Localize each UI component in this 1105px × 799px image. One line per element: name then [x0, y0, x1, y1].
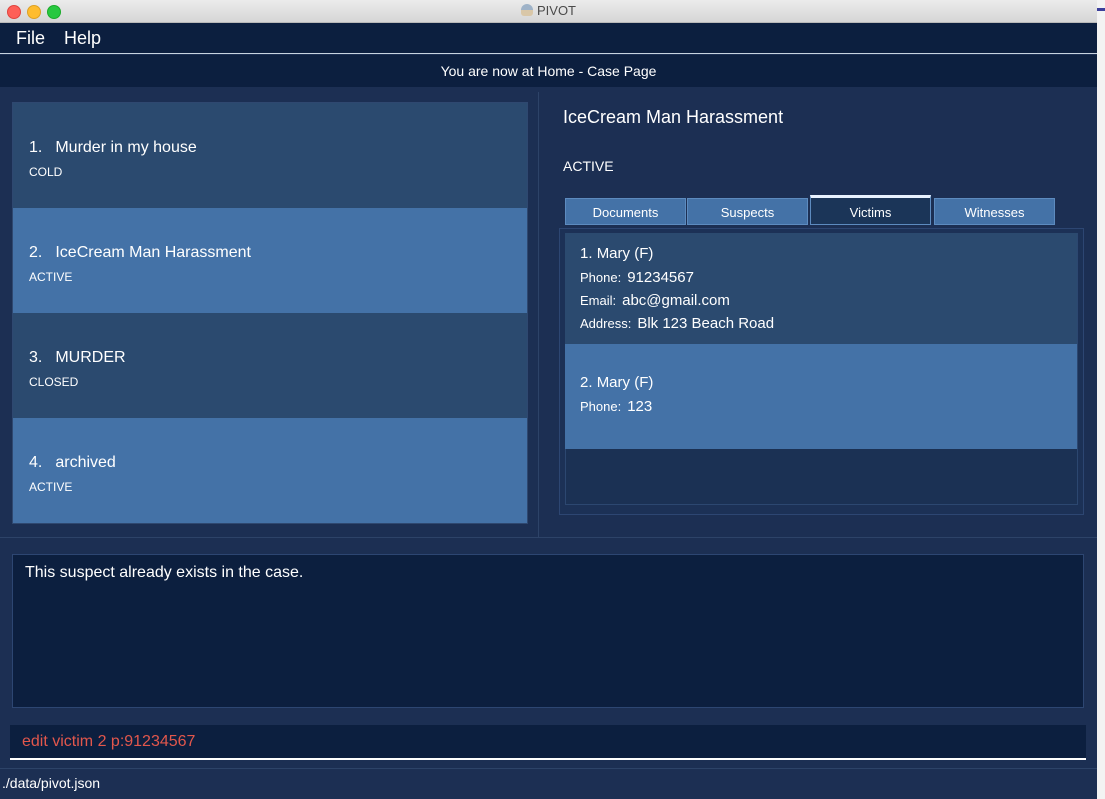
email-label: Email: — [580, 293, 617, 308]
victim-name-text: Mary — [596, 245, 631, 262]
case-index: 4. — [29, 454, 43, 471]
phone-label: Phone: — [580, 270, 622, 285]
case-list-item[interactable]: 3. MURDER CLOSED — [13, 313, 527, 418]
case-list[interactable]: 1. Murder in my house COLD 2. IceCream Man… — [12, 102, 528, 524]
victim-gender: (F) — [634, 245, 654, 262]
case-index: 1. — [29, 139, 43, 156]
victim-name: 1. Mary (F) — [580, 245, 653, 262]
case-detail-title: IceCream Man Harassment — [563, 107, 784, 127]
tab-documents[interactable]: Documents — [565, 198, 686, 225]
case-detail-status: ACTIVE — [563, 158, 614, 174]
phone-label: Phone: — [580, 399, 622, 414]
case-status: CLOSED — [29, 375, 79, 389]
victim-card[interactable]: 1. Mary (F) Phone: 91234567 Email: abc@gma… — [565, 233, 1077, 344]
status-bar: ./data/pivot.json — [0, 768, 1097, 799]
case-list-item[interactable]: 2. IceCream Man Harassment ACTIVE — [13, 208, 527, 313]
case-index: 2. — [29, 244, 43, 261]
tab-suspects[interactable]: Suspects — [687, 198, 808, 225]
case-name: Murder in my house — [55, 139, 197, 156]
case-index: 3. — [29, 349, 43, 366]
background-edge — [1097, 0, 1105, 799]
app-window: PIVOT File Help You are now at Home - Ca… — [0, 0, 1097, 799]
phone-value: 91234567 — [627, 269, 694, 286]
case-status: COLD — [29, 165, 63, 179]
case-list-item[interactable]: 1. Murder in my house COLD — [13, 103, 527, 208]
phone-value: 123 — [627, 398, 653, 415]
save-location: ./data/pivot.json — [2, 775, 101, 791]
result-message: This suspect already exists in the case. — [25, 564, 304, 581]
menu-bar: File Help — [0, 23, 1097, 54]
case-status: ACTIVE — [29, 270, 73, 284]
victim-index: 1. — [580, 245, 593, 262]
address-value: Blk 123 Beach Road — [637, 315, 775, 332]
case-title: 1. Murder in my house — [29, 139, 197, 157]
victim-card[interactable]: 2. Mary (F) Phone: 123 — [565, 344, 1077, 449]
victim-address: Address: Blk 123 Beach Road — [580, 315, 774, 332]
window-title-text: PIVOT — [536, 3, 576, 18]
case-status: ACTIVE — [29, 480, 73, 494]
result-display: This suspect already exists in the case. — [12, 554, 1084, 708]
address-label: Address: — [580, 316, 632, 331]
tab-victims[interactable]: Victims — [810, 195, 931, 225]
victim-index: 2. — [580, 374, 593, 391]
title-bar: PIVOT — [0, 0, 1097, 23]
victim-name-text: Mary — [596, 374, 631, 391]
horizontal-divider — [0, 537, 1097, 548]
app-icon — [520, 4, 533, 16]
tab-witnesses[interactable]: Witnesses — [934, 198, 1055, 225]
breadcrumb: You are now at Home - Case Page — [0, 55, 1097, 87]
victim-phone: Phone: 91234567 — [580, 269, 694, 286]
case-title: 4. archived — [29, 454, 116, 472]
victim-phone: Phone: 123 — [580, 398, 652, 415]
window-title: PIVOT — [0, 3, 1097, 18]
case-name: IceCream Man Harassment — [55, 244, 251, 261]
background-edge-mark — [1097, 8, 1105, 11]
split-divider[interactable] — [538, 92, 539, 537]
menu-file[interactable]: File — [16, 28, 45, 49]
email-value: abc@gmail.com — [622, 292, 730, 309]
case-title: 3. MURDER — [29, 349, 126, 367]
victim-email: Email: abc@gmail.com — [580, 292, 730, 309]
case-list-item[interactable]: 4. archived ACTIVE — [13, 418, 527, 523]
case-name: MURDER — [55, 349, 126, 366]
menu-help[interactable]: Help — [64, 28, 101, 49]
command-input[interactable]: edit victim 2 p:91234567 — [10, 725, 1086, 760]
victim-name: 2. Mary (F) — [580, 374, 653, 391]
case-name: archived — [55, 454, 116, 471]
command-text: edit victim 2 p:91234567 — [22, 733, 196, 750]
case-title: 2. IceCream Man Harassment — [29, 244, 251, 262]
victim-gender: (F) — [634, 374, 654, 391]
